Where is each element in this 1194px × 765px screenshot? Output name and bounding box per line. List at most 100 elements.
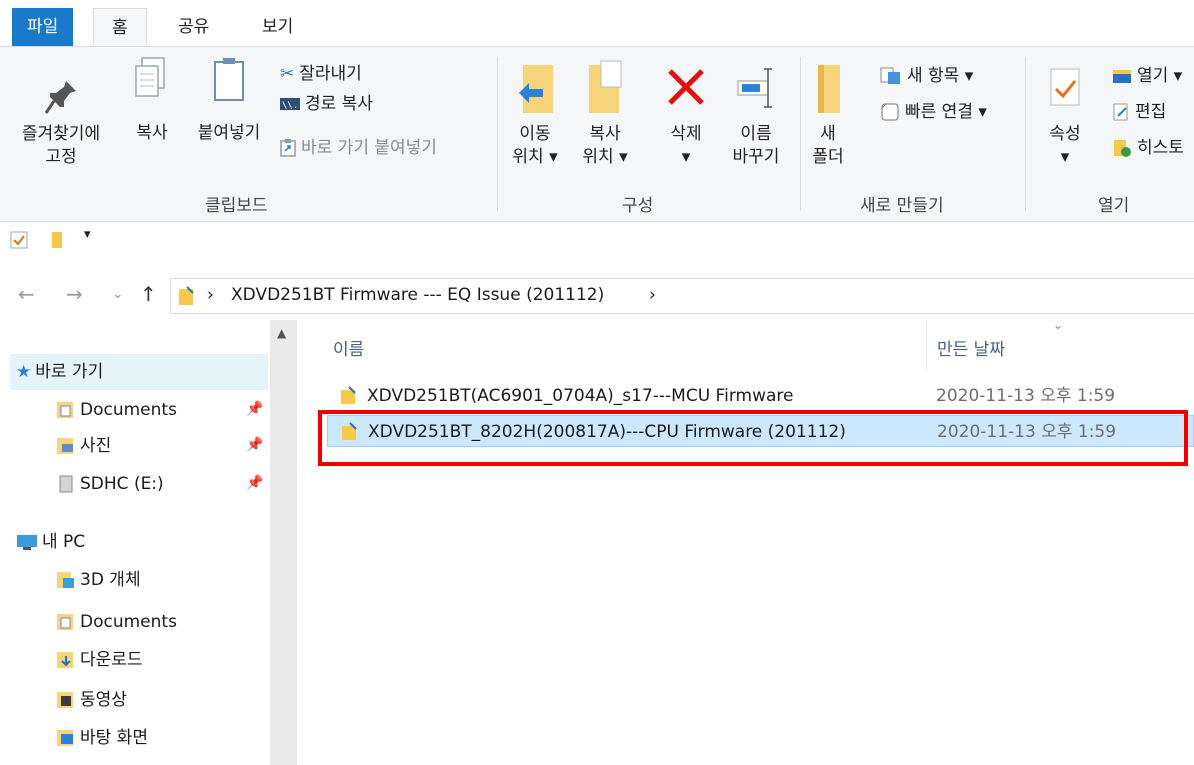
nav-item-label: 3D 개체	[80, 570, 141, 590]
column-separator[interactable]	[926, 320, 927, 370]
svg-text:\\..: \\..	[282, 101, 300, 110]
address-separator[interactable]: ›	[207, 285, 214, 305]
tab-home[interactable]: 홈	[93, 8, 147, 48]
delete-button[interactable]: 삭제 ▾	[660, 59, 712, 169]
new-folder-icon[interactable]	[50, 231, 64, 249]
edit-icon	[1113, 103, 1128, 121]
sort-chevron-icon: ⌄	[1053, 318, 1064, 332]
group-separator	[1025, 57, 1026, 211]
new-folder-label-line2: 폴더	[812, 147, 844, 167]
history-label: 히스토	[1137, 138, 1184, 158]
nav-quick-access-label: 바로 가기	[35, 362, 104, 382]
copy-to-label-line2: 위치 ▾	[582, 147, 628, 167]
nav-item-sdhc[interactable]: SDHC (E:)	[56, 466, 164, 502]
nav-item-label: 다운로드	[80, 650, 143, 670]
address-end-chevron[interactable]: ›	[649, 285, 656, 305]
file-list-pane: 이름 ⌄ 만든 날짜 XDVD251BT(AC6901_0704A)_s17--…	[297, 318, 1194, 765]
qat-dropdown[interactable]: ▾	[84, 227, 91, 242]
copy-path-label: 경로 복사	[305, 94, 373, 114]
pin-to-quick-access-button[interactable]: 즐겨찾기에 고정	[8, 77, 114, 169]
new-item-button[interactable]: 새 항목 ▾	[880, 63, 973, 89]
rename-icon	[737, 68, 772, 108]
column-header-date[interactable]: 만든 날짜	[937, 330, 1005, 370]
file-date: 2020-11-13 오후 1:59	[936, 386, 1116, 406]
paste-button[interactable]: 붙여넣기	[186, 52, 272, 145]
nav-item-label: 바탕 화면	[80, 728, 148, 748]
up-arrow-icon[interactable]: ↑	[140, 282, 157, 306]
nav-quick-access[interactable]: ★ 바로 가기	[16, 354, 103, 390]
scroll-up-icon[interactable]: ▲	[277, 326, 286, 340]
delete-label-line1: 삭제	[670, 124, 702, 144]
pin-icon	[44, 81, 76, 114]
nav-item-documents[interactable]: Documents	[56, 392, 177, 428]
recent-locations-chevron-icon[interactable]: ⌄	[112, 286, 124, 302]
copy-folder-icon	[589, 60, 622, 113]
file-row[interactable]: XDVD251BT(AC6901_0704A)_s17---MCU Firmwa…	[327, 380, 1194, 412]
move-label-line2: 위치 ▾	[512, 147, 558, 167]
properties-check-icon	[1050, 68, 1080, 106]
delete-label-line2: ▾	[681, 147, 691, 167]
rename-button[interactable]: 이름 바꾸기	[724, 59, 788, 169]
open-folder-icon	[1113, 70, 1131, 83]
nav-item-pictures[interactable]: 사진	[56, 428, 111, 464]
clipboard-icon	[214, 58, 244, 101]
pin-label-line1: 즐겨찾기에	[21, 124, 101, 144]
tab-view[interactable]: 보기	[244, 8, 311, 46]
star-icon: ★	[16, 362, 32, 382]
new-item-label: 새 항목 ▾	[907, 66, 974, 86]
nav-this-pc[interactable]: 내 PC	[16, 524, 85, 560]
scissors-icon: ✂	[280, 64, 295, 84]
tab-share[interactable]: 공유	[160, 8, 227, 46]
new-item-icon	[880, 67, 900, 84]
desktop-folder-icon	[57, 730, 73, 746]
nav-item-3d-objects[interactable]: 3D 개체	[56, 562, 141, 598]
easy-access-button[interactable]: 빠른 연결 ▾	[880, 99, 987, 125]
ribbon-tabbar: 파일 홈 공유 보기	[0, 0, 1194, 48]
tab-file[interactable]: 파일	[12, 8, 74, 46]
nav-this-pc-label: 내 PC	[42, 532, 86, 552]
address-path[interactable]: XDVD251BT Firmware --- EQ Issue (201112)	[231, 285, 604, 305]
properties-check-icon[interactable]	[10, 231, 28, 249]
move-to-button[interactable]: 이동 위치 ▾	[506, 59, 564, 169]
new-folder-button[interactable]: 새 폴더	[808, 59, 848, 169]
copy-icon	[135, 57, 165, 97]
pin-icon[interactable]: 📌	[246, 401, 263, 417]
nav-item-videos[interactable]: 동영상	[56, 682, 127, 718]
address-bar[interactable]: › XDVD251BT Firmware --- EQ Issue (20111…	[170, 278, 1194, 314]
history-button[interactable]: 히스토	[1112, 135, 1184, 161]
open-group-label: 열기	[1098, 196, 1130, 216]
rename-label-line2: 바꾸기	[732, 147, 780, 167]
downloads-folder-icon	[57, 652, 73, 668]
pin-label-line2: 고정	[45, 147, 77, 167]
paste-shortcut-label: 바로 가기 붙여넣기	[301, 138, 437, 158]
file-name[interactable]: XDVD251BT(AC6901_0704A)_s17---MCU Firmwa…	[367, 380, 793, 412]
copy-to-button[interactable]: 복사 위치 ▾	[576, 59, 634, 169]
forward-arrow-icon[interactable]: →	[66, 282, 83, 306]
nav-item-label: 사진	[80, 436, 112, 456]
copy-button[interactable]: 복사	[128, 52, 176, 145]
copy-to-label-line1: 복사	[589, 124, 621, 144]
open-button[interactable]: 열기 ▾	[1112, 63, 1182, 89]
quick-access-toolbar: ▾	[0, 223, 1194, 253]
paste-label: 붙여넣기	[197, 123, 261, 143]
pin-icon[interactable]: 📌	[246, 437, 263, 453]
properties-button[interactable]: 속성 ▾	[1040, 59, 1090, 169]
column-header-name[interactable]: 이름	[333, 330, 364, 370]
navigation-pane: ▲ ★ 바로 가기 Documents 📌 사진 📌 SDHC (E:) 📌 내 …	[0, 320, 297, 765]
nav-item-desktop[interactable]: 바탕 화면	[56, 720, 148, 756]
nav-item-downloads[interactable]: 다운로드	[56, 642, 143, 678]
open-label: 열기 ▾	[1137, 66, 1183, 86]
computer-icon	[17, 535, 37, 550]
copy-path-button[interactable]: \\.. 경로 복사	[280, 91, 373, 117]
group-separator	[800, 57, 801, 211]
edit-button[interactable]: 편집	[1112, 99, 1166, 125]
back-arrow-icon[interactable]: ←	[18, 282, 35, 306]
nav-scrollbar[interactable]: ▲	[270, 320, 297, 765]
cut-button[interactable]: ✂ 잘라내기	[280, 61, 362, 87]
properties-label-line1: 속성	[1049, 124, 1081, 144]
paste-shortcut-button[interactable]: 바로 가기 붙여넣기	[280, 135, 437, 161]
pin-icon[interactable]: 📌	[246, 475, 263, 491]
new-folder-icon	[818, 65, 840, 113]
group-separator	[497, 57, 498, 211]
nav-item-documents-pc[interactable]: Documents	[56, 604, 177, 640]
